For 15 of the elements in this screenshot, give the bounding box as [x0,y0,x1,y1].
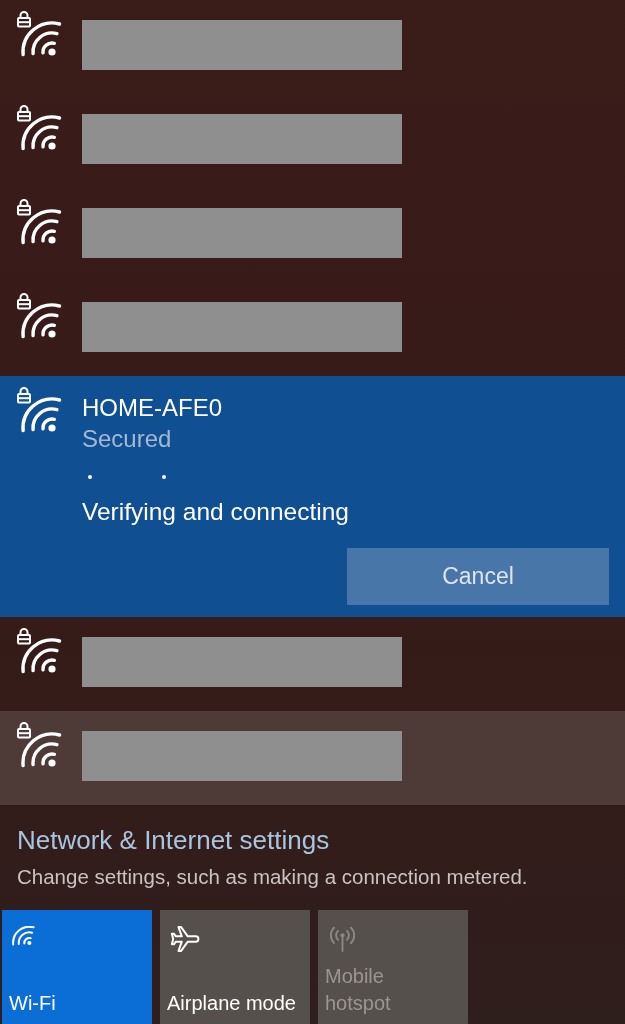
quick-action-tile[interactable]: Airplane mode [160,910,310,1024]
connection-status: Verifying and connecting [82,498,349,526]
progress-dot [162,475,166,479]
wifi-icon [12,926,35,946]
quick-action-tile[interactable]: Wi-Fi [2,910,152,1024]
settings-description: Change settings, such as making a connection metered. [17,865,528,889]
antenna-icon [328,926,357,952]
network-item[interactable]: HOME-AFE0 Secured Verifying and connecting Cancel [0,376,625,617]
security-status: Secured [82,424,172,454]
network-item[interactable] [0,711,625,805]
airplane-icon [170,926,200,952]
cancel-button[interactable]: Cancel [347,548,609,605]
network-name: HOME-AFE0 [82,394,222,422]
progress-dot [88,475,92,479]
settings-link[interactable]: Network & Internet settings [17,825,330,855]
